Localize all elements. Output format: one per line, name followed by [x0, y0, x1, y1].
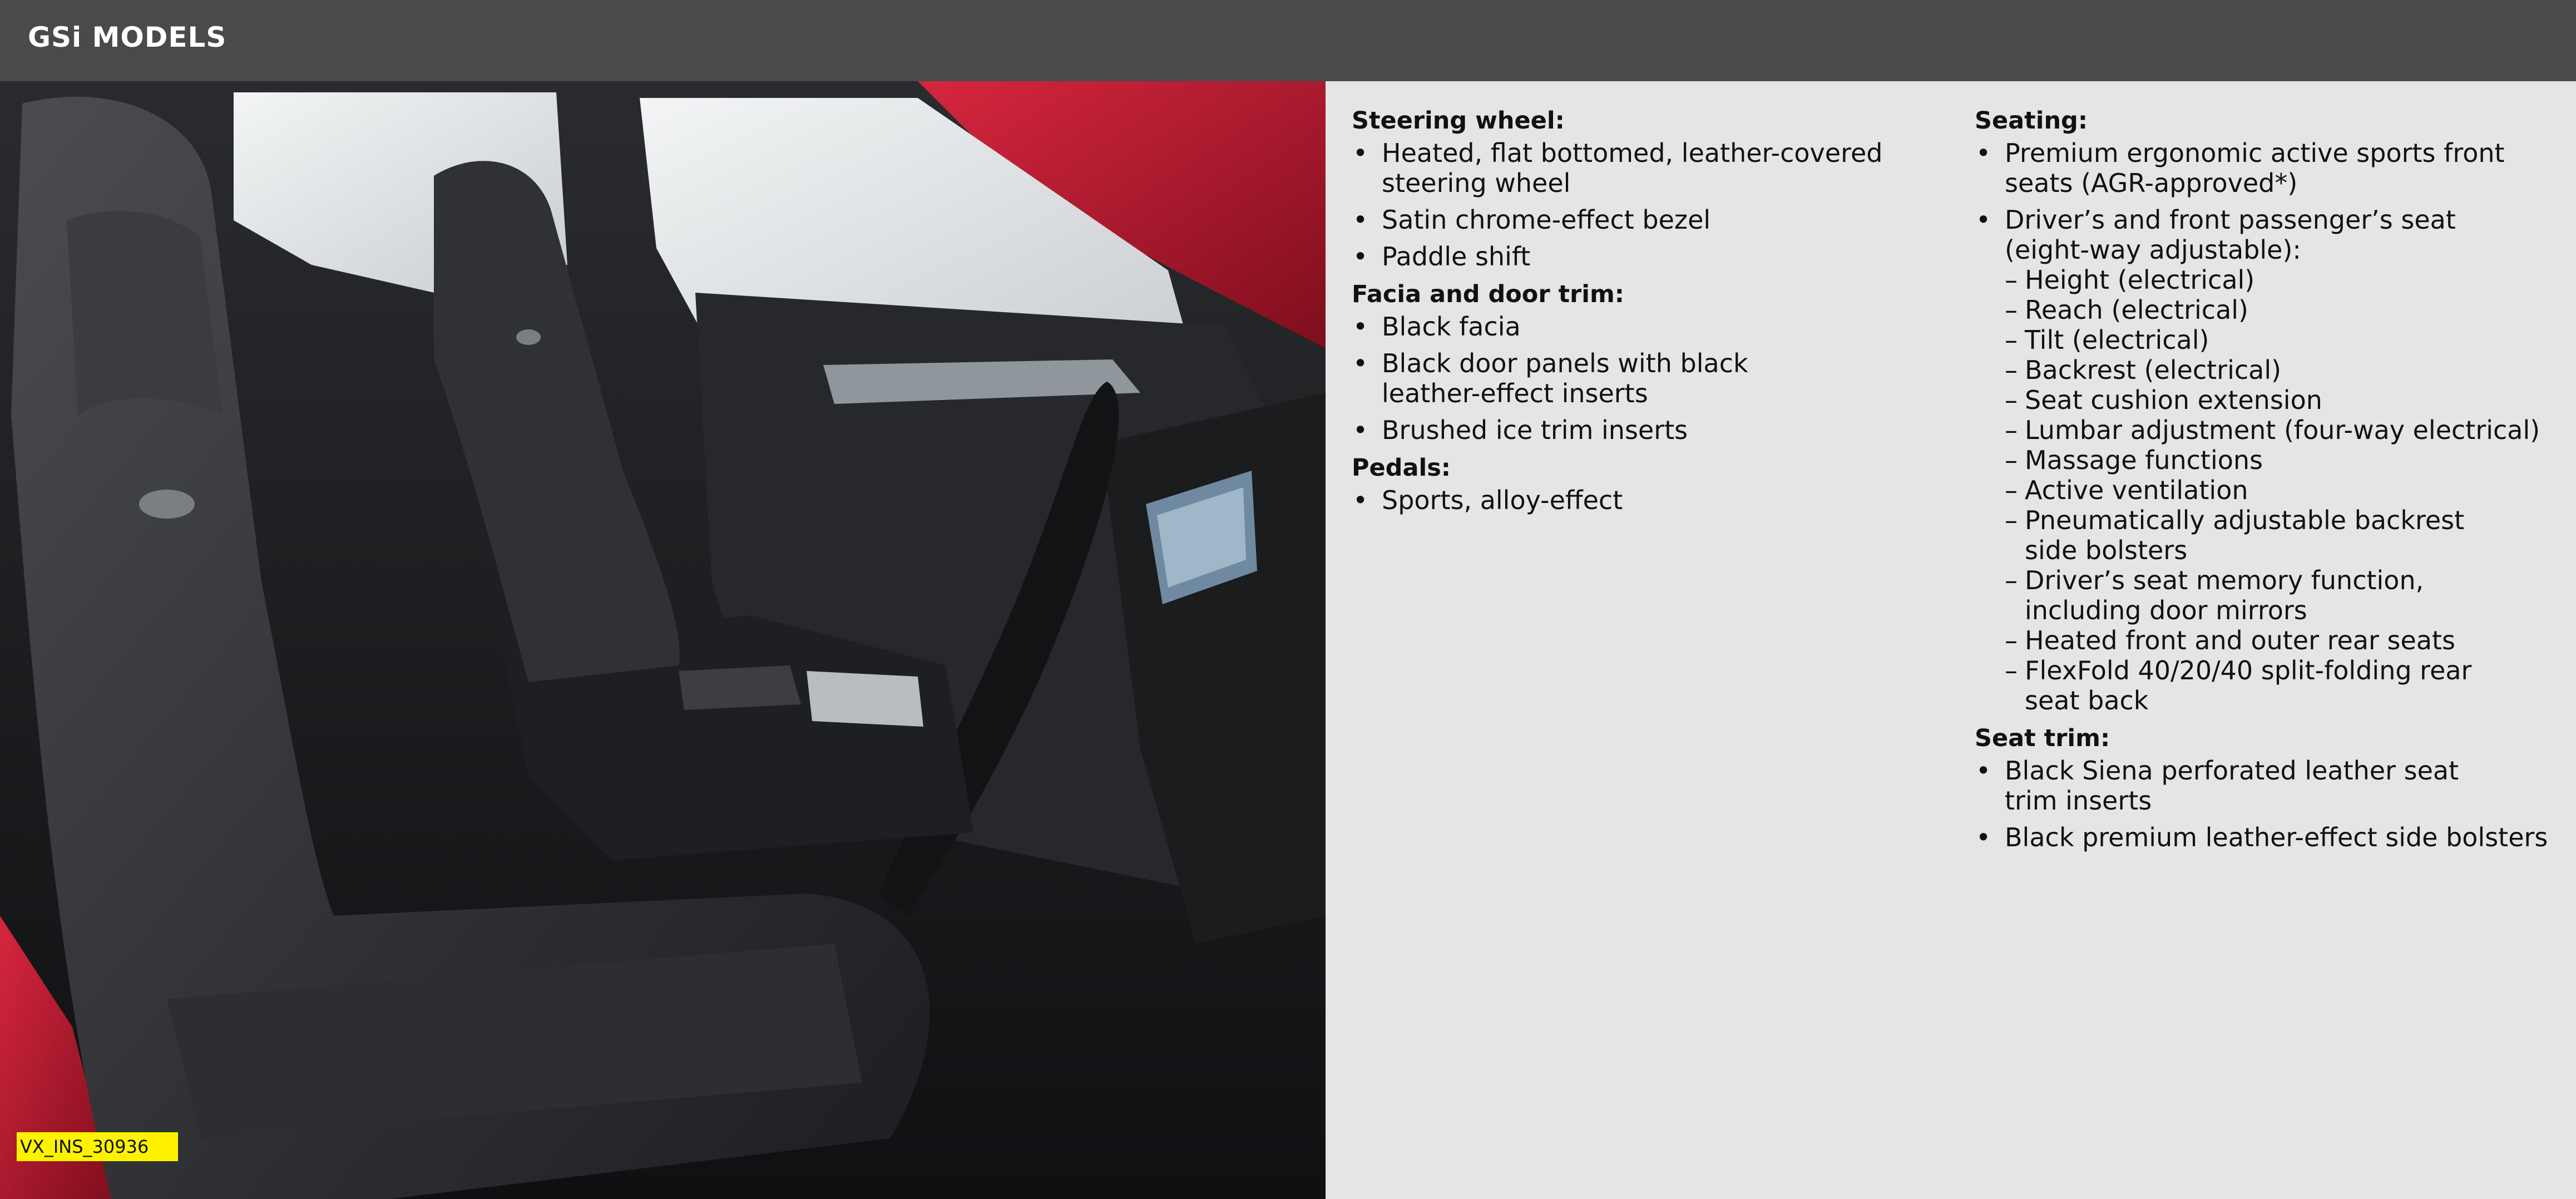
list-item: • Driver’s and front passenger’s seat (eig…	[1975, 205, 2570, 716]
sub-list-item: – Heated front and outer rear seats	[2005, 625, 2456, 655]
sub-list-item: – Lumbar adjustment (four-way electrical)	[2005, 415, 2540, 445]
steering-wheel-heading: Steering wheel:	[1352, 107, 1565, 135]
seat-trim-heading: Seat trim:	[1975, 724, 2110, 752]
image-reference-tag: VX_INS_30936	[17, 1132, 178, 1161]
bullet-icon: •	[1976, 138, 1991, 168]
sub-list-item: – Reach (electrical)	[2005, 295, 2249, 325]
seat-adjustment-sublist: – Height (electrical) – Reach (electrical)…	[2005, 265, 2570, 716]
bullet-icon: •	[1353, 348, 1368, 378]
sub-list-item: – Height (electrical)	[2005, 265, 2255, 295]
seating-list: • Premium ergonomic active sports front se…	[1975, 138, 2570, 716]
list-item: • Black Siena perforated leather seat trim…	[1976, 756, 2459, 816]
spec-column-left: Steering wheel: • Heated, flat bottomed, …	[1352, 106, 1930, 523]
bullet-icon: •	[1353, 312, 1368, 342]
list-item: • Paddle shift	[1353, 241, 1531, 272]
bullet-icon: •	[1353, 485, 1368, 515]
sub-list-item: – FlexFold 40/20/40 split-folding rear sea…	[2005, 655, 2472, 716]
sub-list-item: – Active ventilation	[2005, 475, 2248, 505]
facia-list: • Black facia • Black door panels with bla…	[1352, 312, 1930, 445]
bullet-icon: •	[1353, 415, 1368, 445]
list-item: • Black premium leather-effect side bolst…	[1976, 822, 2548, 852]
list-item: • Heated, flat bottomed, leather-covered s…	[1353, 138, 1883, 198]
sub-list-item: – Backrest (electrical)	[2005, 355, 2282, 385]
list-item: • Premium ergonomic active sports front se…	[1976, 138, 2505, 198]
list-item: • Black facia	[1353, 312, 1521, 342]
bullet-icon: •	[1353, 138, 1368, 168]
list-item: • Brushed ice trim inserts	[1353, 415, 1688, 445]
sub-list-item: – Pneumatically adjustable backrest side b…	[2005, 505, 2465, 565]
pedals-list: • Sports, alloy-effect	[1352, 485, 1930, 515]
car-interior-photo	[0, 81, 1326, 1199]
steering-wheel-list: • Heated, flat bottomed, leather-covered s…	[1352, 138, 1930, 272]
page-header: GSi MODELS	[0, 0, 2576, 81]
list-item: • Black door panels with black leather-eff…	[1353, 348, 1748, 408]
sub-list-item: – Tilt (electrical)	[2005, 325, 2209, 355]
list-item: • Satin chrome-effect bezel	[1353, 205, 1711, 235]
sub-list-item: – Seat cushion extension	[2005, 385, 2322, 415]
seat-trim-list: • Black Siena perforated leather seat trim…	[1975, 756, 2570, 852]
list-item: • Sports, alloy-effect	[1353, 485, 1623, 515]
seating-heading: Seating:	[1975, 107, 2088, 135]
bullet-icon: •	[1353, 241, 1368, 272]
facia-heading: Facia and door trim:	[1352, 280, 1625, 308]
sub-list-item: – Massage functions	[2005, 445, 2263, 475]
spec-column-right: Seating: • Premium ergonomic active sport…	[1975, 106, 2570, 860]
page-title: GSi MODELS	[28, 21, 227, 53]
bullet-icon: •	[1353, 205, 1368, 235]
pedals-heading: Pedals:	[1352, 454, 1451, 482]
bullet-icon: •	[1976, 756, 1991, 786]
bullet-icon: •	[1976, 205, 1991, 235]
sub-list-item: – Driver’s seat memory function, including…	[2005, 565, 2424, 625]
bullet-icon: •	[1976, 822, 1991, 852]
